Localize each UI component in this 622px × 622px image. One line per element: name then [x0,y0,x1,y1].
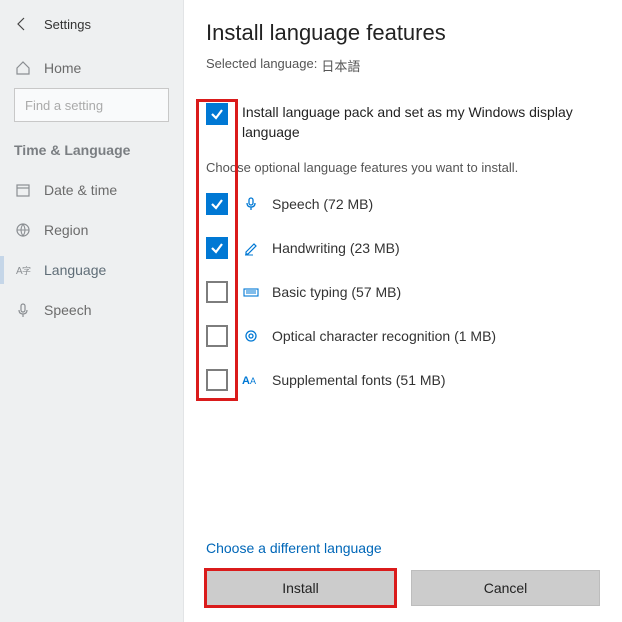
footer: Choose a different language Install Canc… [206,540,600,606]
home-icon [14,59,32,77]
feature-mic-icon [242,195,260,213]
feature-row-handwriting: Handwriting (23 MB) [206,237,600,259]
feature-label: Handwriting (23 MB) [272,240,400,256]
cancel-button[interactable]: Cancel [411,570,600,606]
selected-language-value: 日本語 [321,56,360,75]
feature-fonts-icon: AA [242,371,260,389]
home-label: Home [44,60,81,76]
main-panel: Install language features Selected langu… [184,0,622,622]
sidebar-item-language[interactable]: A字 Language [0,250,183,290]
feature-row-basic-typing: Basic typing (57 MB) [206,281,600,303]
sidebar-item-label: Speech [44,302,91,318]
sidebar-header: Settings [0,8,183,48]
selected-language-row: Selected language: 日本語 [206,56,600,75]
search-container [14,88,169,122]
feature-label: Basic typing (57 MB) [272,284,401,300]
app-title: Settings [44,17,91,32]
sidebar-item-home[interactable]: Home [0,48,183,88]
sidebar-item-label: Date & time [44,182,117,198]
mic-icon [14,301,32,319]
optional-features-desc: Choose optional language features you wa… [206,160,600,175]
sidebar-item-speech[interactable]: Speech [0,290,183,330]
calendar-icon [14,181,32,199]
feature-ocr-icon [242,327,260,345]
install-button[interactable]: Install [206,570,395,606]
sidebar-item-region[interactable]: Region [0,210,183,250]
checkbox-handwriting[interactable] [206,237,228,259]
sidebar-item-label: Language [44,262,106,278]
feature-label: Optical character recognition (1 MB) [272,328,496,344]
selected-language-label: Selected language: [206,56,317,75]
checkbox-display-language[interactable] [206,103,228,125]
svg-text:A: A [250,376,256,386]
svg-text:A: A [242,375,250,387]
feature-label: Speech (72 MB) [272,196,373,212]
globe-icon [14,221,32,239]
back-icon[interactable] [14,16,30,32]
choose-different-language-link[interactable]: Choose a different language [206,540,382,556]
checkbox-ocr[interactable] [206,325,228,347]
sidebar-item-date-time[interactable]: Date & time [0,170,183,210]
checkbox-speech[interactable] [206,193,228,215]
primary-option-row: Install language pack and set as my Wind… [206,103,600,142]
svg-text:字: 字 [22,265,31,276]
primary-option-label: Install language pack and set as my Wind… [242,103,600,142]
feature-keyboard-icon [242,283,260,301]
sidebar-item-label: Region [44,222,88,238]
search-input[interactable] [14,88,169,122]
feature-label: Supplemental fonts (51 MB) [272,372,446,388]
feature-row-speech: Speech (72 MB) [206,193,600,215]
sidebar-category: Time & Language [0,128,183,170]
feature-row-fonts: AA Supplemental fonts (51 MB) [206,369,600,391]
sidebar: Settings Home Time & Language Date & tim… [0,0,184,622]
checkbox-basic-typing[interactable] [206,281,228,303]
language-icon: A字 [14,261,32,279]
button-row: Install Cancel [206,570,600,606]
checkbox-fonts[interactable] [206,369,228,391]
feature-row-ocr: Optical character recognition (1 MB) [206,325,600,347]
page-title: Install language features [206,20,600,46]
feature-pen-icon [242,239,260,257]
